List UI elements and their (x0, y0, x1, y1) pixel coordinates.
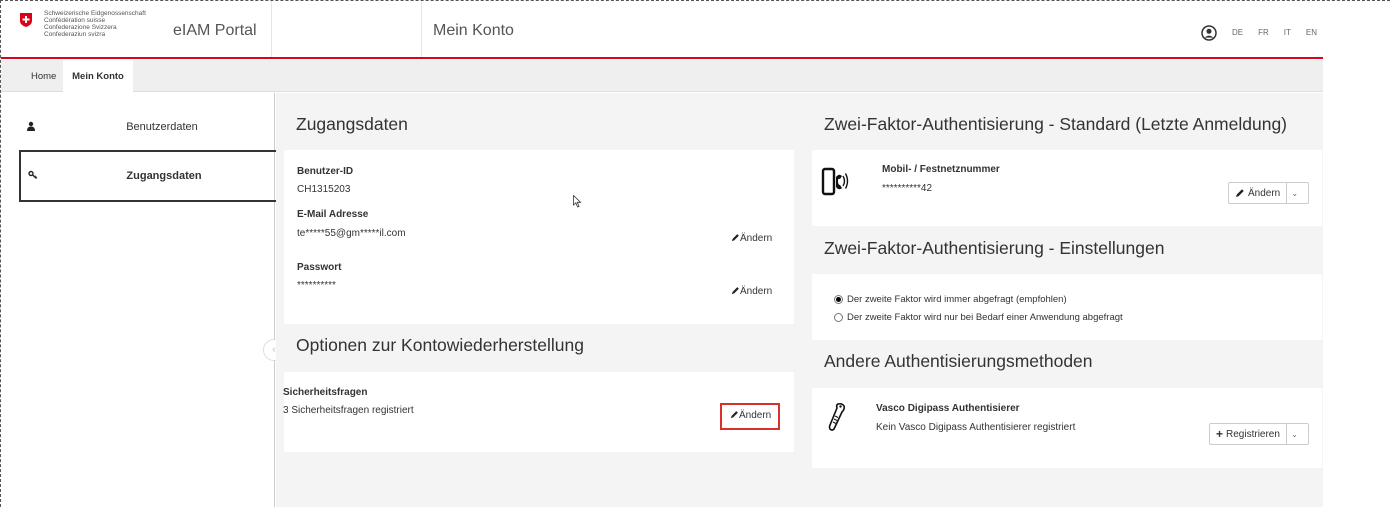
breadcrumb: Home Mein Konto (1, 60, 1323, 92)
lang-it[interactable]: IT (1284, 28, 1291, 37)
sidebar-item-label: Benutzerdaten (126, 121, 198, 133)
digipass-label: Vasco Digipass Authentisierer (876, 403, 1020, 414)
phone-icon (821, 167, 849, 196)
language-switcher: DE FR IT EN (1232, 28, 1317, 37)
security-questions-label: Sicherheitsfragen (283, 387, 368, 398)
edit-password-link[interactable]: Ändern (731, 286, 772, 297)
user-account-icon[interactable] (1201, 25, 1217, 41)
edit-email-link[interactable]: Ändern (731, 233, 772, 244)
pencil-icon (731, 234, 739, 242)
security-questions-value: 3 Sicherheitsfragen registriert (283, 405, 414, 416)
sidebar-item-zugangsdaten[interactable]: Zugangsdaten (19, 150, 277, 202)
pencil-icon (731, 287, 739, 295)
confederation-names: Schweizerische Eidgenossenschaft Confédé… (44, 10, 146, 38)
section-recovery-title: Optionen zur Kontowiederherstellung (284, 324, 794, 372)
highlight-box (720, 403, 780, 430)
pencil-icon (1236, 189, 1244, 197)
app-title[interactable]: eIAM Portal (173, 22, 257, 40)
mouse-cursor-icon (573, 195, 582, 208)
sidebar: Benutzerdaten Zugangsdaten ‹ (1, 93, 285, 507)
email-label: E-Mail Adresse (297, 209, 369, 220)
header-divider (421, 1, 422, 57)
breadcrumb-home[interactable]: Home (31, 60, 56, 92)
user-id-value: CH1315203 (297, 184, 351, 195)
lang-fr[interactable]: FR (1258, 28, 1269, 37)
radio-button[interactable] (834, 295, 843, 304)
sidebar-item-benutzerdaten[interactable]: Benutzerdaten (19, 101, 275, 153)
chevron-down-icon[interactable]: ⌄ (1285, 424, 1302, 444)
digipass-value: Kein Vasco Digipass Authentisierer regis… (876, 422, 1076, 433)
header-divider (271, 1, 272, 57)
2fa-method-label: Mobil- / Festnetznummer (882, 164, 1000, 175)
swiss-cross-logo (20, 13, 32, 27)
lang-de[interactable]: DE (1232, 28, 1243, 37)
digipass-token-icon (828, 402, 846, 431)
sidebar-item-label: Zugangsdaten (126, 170, 202, 182)
change-2fa-button[interactable]: Ändern ⌄ (1228, 182, 1309, 204)
password-label: Passwort (297, 262, 342, 273)
radio-button[interactable] (834, 313, 843, 322)
radio-option-always[interactable]: Der zweite Faktor wird immer abgefragt (… (834, 294, 1067, 305)
2fa-method-value: **********42 (882, 183, 933, 194)
email-value: te*****55@gm*****il.com (297, 228, 406, 239)
section-zugangsdaten-title: Zugangsdaten (284, 104, 794, 150)
page-title: Mein Konto (433, 22, 514, 39)
section-2fa-standard-title: Zwei-Faktor-Authentisierung - Standard (… (812, 104, 1322, 150)
user-id-label: Benutzer-ID (297, 166, 354, 177)
register-digipass-button[interactable]: + Registrieren ⌄ (1209, 423, 1309, 445)
plus-icon: + (1216, 427, 1224, 441)
section-2fa-settings-title: Zwei-Faktor-Authentisierung - Einstellun… (812, 226, 1322, 274)
top-header: Schweizerische Eidgenossenschaft Confédé… (1, 1, 1323, 59)
chevron-down-icon[interactable]: ⌄ (1286, 183, 1302, 203)
change-2fa-button-main[interactable]: Ändern (1229, 183, 1286, 203)
lang-en[interactable]: EN (1306, 28, 1317, 37)
radio-option-on-demand[interactable]: Der zweite Faktor wird nur bei Bedarf ei… (834, 312, 1123, 323)
section-other-methods-title: Andere Authentisierungsmethoden (812, 340, 1322, 388)
breadcrumb-current[interactable]: Mein Konto (63, 60, 133, 92)
2fa-settings-panel (812, 274, 1322, 340)
register-digipass-button-main[interactable]: + Registrieren (1210, 424, 1286, 444)
password-value: ********** (297, 280, 336, 291)
